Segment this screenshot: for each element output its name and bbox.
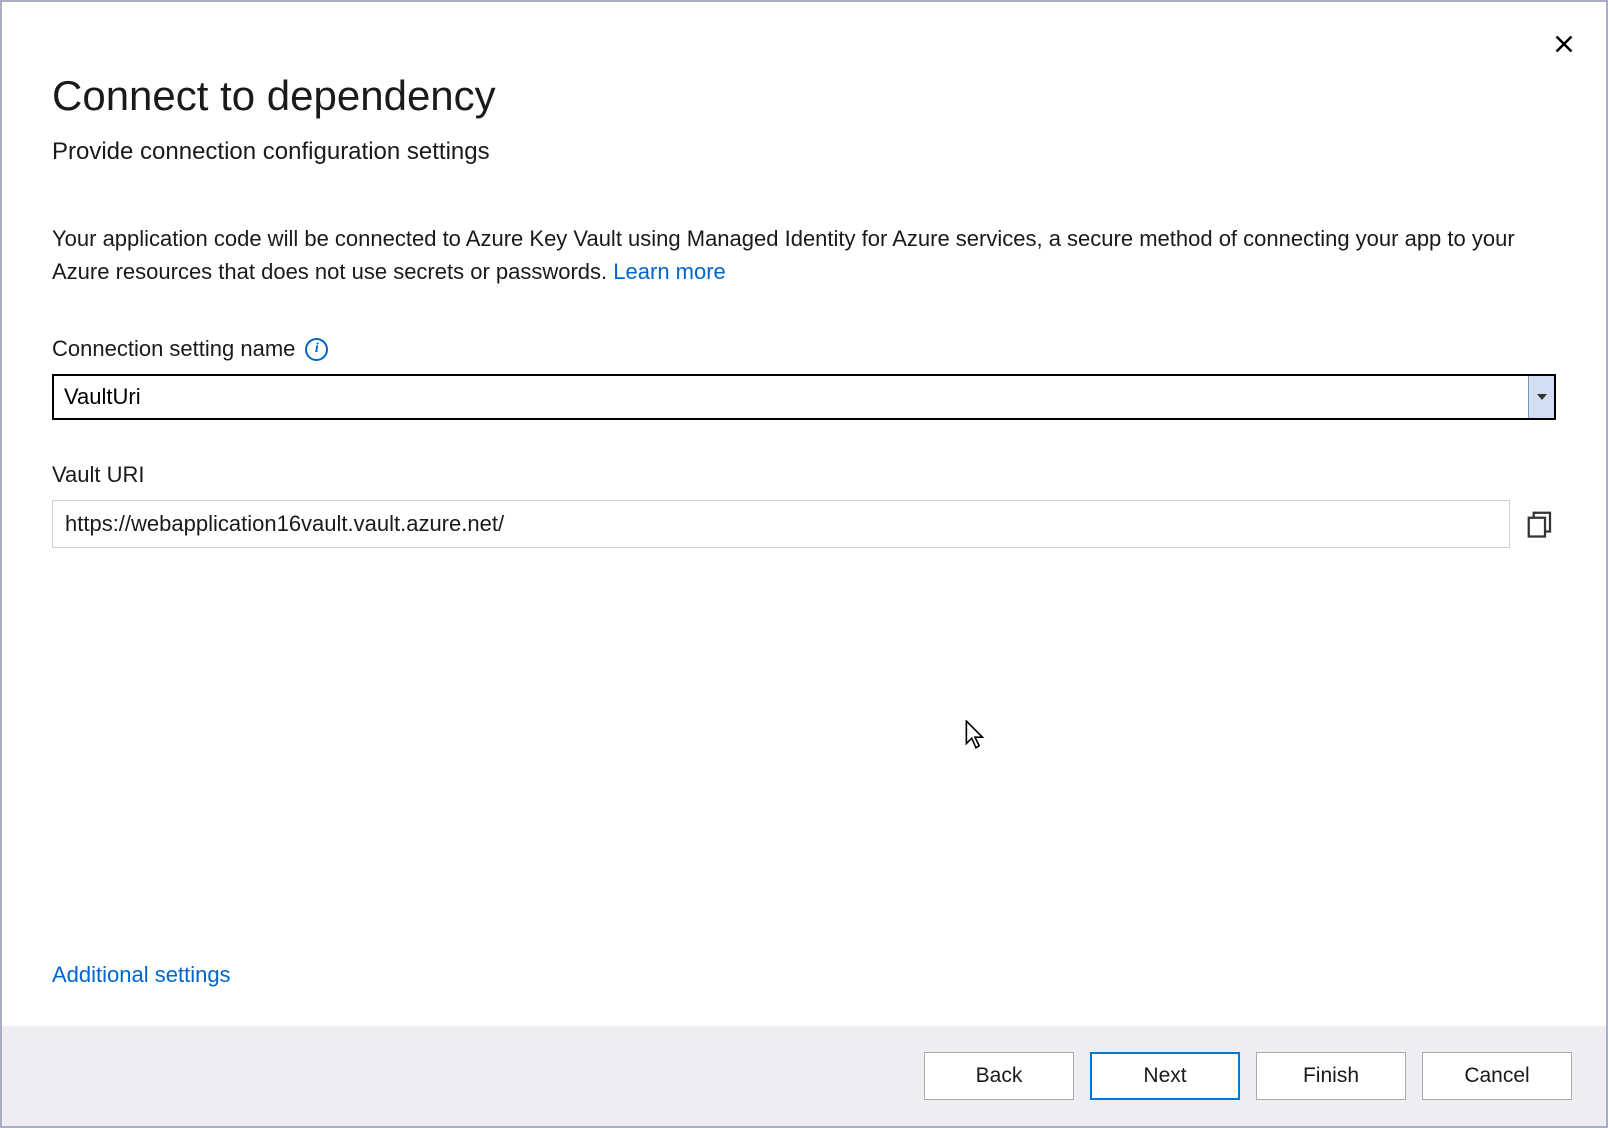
connection-name-dropdown[interactable] (1528, 376, 1554, 418)
cancel-button[interactable]: Cancel (1422, 1052, 1572, 1100)
copy-icon[interactable] (1524, 508, 1556, 540)
connect-dependency-dialog: Connect to dependency Provide connection… (0, 0, 1608, 1128)
close-button[interactable] (1550, 30, 1578, 58)
vault-uri-label-row: Vault URI (52, 462, 1556, 488)
connection-name-combobox[interactable] (52, 374, 1556, 420)
finish-button[interactable]: Finish (1256, 1052, 1406, 1100)
vault-uri-group: Vault URI https://webapplication16vault.… (52, 462, 1556, 548)
connection-name-input[interactable] (54, 376, 1528, 418)
back-button[interactable]: Back (924, 1052, 1074, 1100)
dialog-content: Connect to dependency Provide connection… (2, 2, 1606, 1026)
connection-name-label-row: Connection setting name i (52, 336, 1556, 362)
vault-uri-row: https://webapplication16vault.vault.azur… (52, 500, 1556, 548)
additional-settings-link[interactable]: Additional settings (52, 962, 1556, 988)
connection-name-label: Connection setting name (52, 336, 295, 362)
dialog-description: Your application code will be connected … (52, 222, 1556, 288)
connection-name-group: Connection setting name i (52, 336, 1556, 420)
dialog-footer: Back Next Finish Cancel (2, 1026, 1606, 1126)
vault-uri-value: https://webapplication16vault.vault.azur… (52, 500, 1510, 548)
next-button[interactable]: Next (1090, 1052, 1240, 1100)
info-icon[interactable]: i (305, 338, 328, 361)
dialog-subtitle: Provide connection configuration setting… (52, 138, 1556, 166)
dialog-title: Connect to dependency (52, 72, 1556, 120)
learn-more-link[interactable]: Learn more (613, 259, 726, 284)
description-text: Your application code will be connected … (52, 226, 1515, 284)
vault-uri-label: Vault URI (52, 462, 145, 488)
